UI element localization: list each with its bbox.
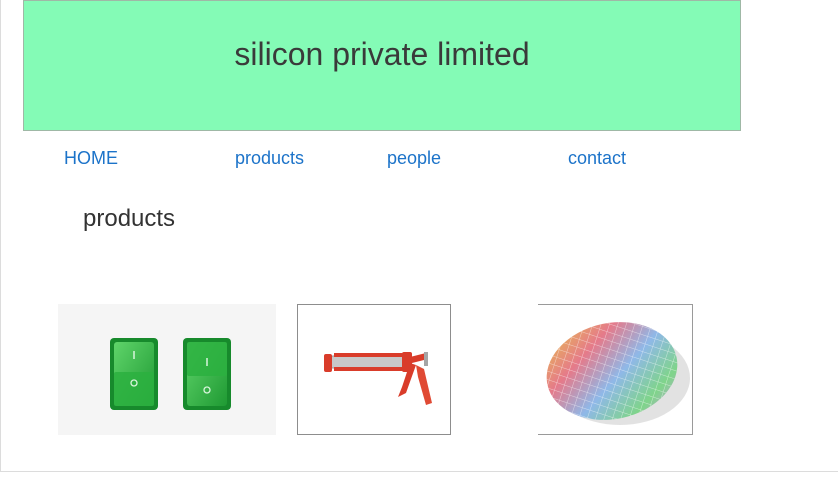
product-image-wafer[interactable] [538, 304, 693, 435]
product-image-caulk-gun[interactable] [297, 304, 451, 435]
caulking-gun-icon [298, 305, 450, 434]
silicon-wafer-icon [538, 305, 692, 434]
nav-contact-link[interactable]: contact [568, 148, 626, 169]
section-heading: products [83, 205, 176, 232]
nav-products-link[interactable]: products [235, 148, 304, 169]
nav-home-link[interactable]: HOME [64, 148, 118, 169]
product-image-switches[interactable] [58, 304, 276, 435]
nav-people-link[interactable]: people [387, 148, 441, 169]
rocker-switches-icon [58, 304, 276, 435]
site-title: silicon private limited [234, 36, 530, 72]
site-header: silicon private limited [23, 0, 741, 131]
